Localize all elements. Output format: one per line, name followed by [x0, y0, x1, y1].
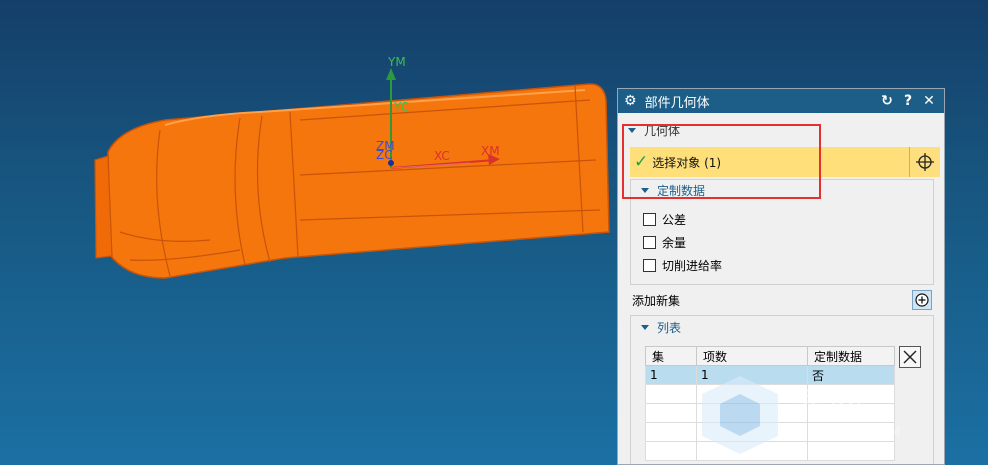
help-icon[interactable]: ? — [899, 93, 917, 109]
cell-count: 1 — [696, 365, 808, 385]
list-label: 列表 — [657, 320, 682, 335]
feedrate-checkbox-row[interactable]: 切削进给率 — [631, 254, 933, 277]
collapse-caret-icon — [628, 127, 636, 133]
xc-label: XC — [434, 149, 450, 163]
col-set-header[interactable]: 集 — [645, 346, 697, 366]
delete-set-button[interactable] — [899, 346, 921, 368]
custom-data-header[interactable]: 定制数据 — [631, 180, 933, 200]
add-set-button[interactable] — [912, 290, 932, 310]
list-panel: 列表 集 项数 定制数据 1 1 否 — [630, 315, 934, 464]
col-custom-header[interactable]: 定制数据 — [807, 346, 895, 366]
stock-checkbox-row[interactable]: 余量 — [631, 231, 933, 254]
dialog-title: 部件几何体 — [644, 95, 710, 111]
select-object-row[interactable]: ✓ 选择对象 (1) — [630, 147, 940, 177]
col-count-header[interactable]: 项数 — [696, 346, 808, 366]
watermark-text: 界网 — [792, 386, 866, 426]
custom-data-label: 定制数据 — [657, 183, 706, 198]
gear-icon: ⚙ — [624, 93, 637, 109]
ym-label: YM — [387, 55, 406, 69]
cell-set: 1 — [645, 365, 697, 385]
delete-x-icon — [903, 350, 917, 364]
watermark-subtext: W.COM — [845, 425, 904, 438]
geometry-section-label: 几何体 — [644, 123, 681, 138]
plus-circle-icon — [915, 293, 929, 307]
select-object-label: 选择对象 (1) — [652, 155, 722, 170]
add-new-set-label: 添加新集 — [632, 293, 681, 308]
list-header[interactable]: 列表 — [631, 316, 933, 338]
crosshair-icon[interactable] — [909, 147, 940, 177]
geometry-section-header[interactable]: 几何体 — [618, 119, 944, 141]
check-icon: ✓ — [634, 152, 649, 172]
part-geometry-dialog: ⚙ 部件几何体 ↻ ? ✕ 几何体 ✓ 选择对象 (1) 定制数据 公差 余量 — [617, 88, 945, 465]
yc-label: YC — [393, 100, 409, 114]
add-new-set-row: 添加新集 — [632, 290, 932, 310]
feedrate-checkbox[interactable] — [643, 259, 656, 272]
reset-icon[interactable]: ↻ — [878, 93, 896, 109]
table-row-empty — [645, 441, 895, 461]
part-model[interactable] — [94, 83, 610, 279]
tolerance-checkbox-row[interactable]: 公差 — [631, 208, 933, 231]
custom-data-panel: 定制数据 公差 余量 切削进给率 — [630, 179, 934, 285]
zc-label: ZC — [376, 148, 393, 162]
stock-label: 余量 — [662, 236, 687, 250]
close-icon[interactable]: ✕ — [920, 93, 938, 109]
stock-checkbox[interactable] — [643, 236, 656, 249]
collapse-caret-icon — [641, 187, 649, 193]
xm-label: XM — [481, 144, 500, 158]
feedrate-label: 切削进给率 — [662, 259, 723, 273]
tolerance-label: 公差 — [662, 213, 687, 227]
tolerance-checkbox[interactable] — [643, 213, 656, 226]
dialog-titlebar[interactable]: ⚙ 部件几何体 ↻ ? ✕ — [618, 89, 944, 113]
collapse-caret-icon — [641, 324, 649, 330]
